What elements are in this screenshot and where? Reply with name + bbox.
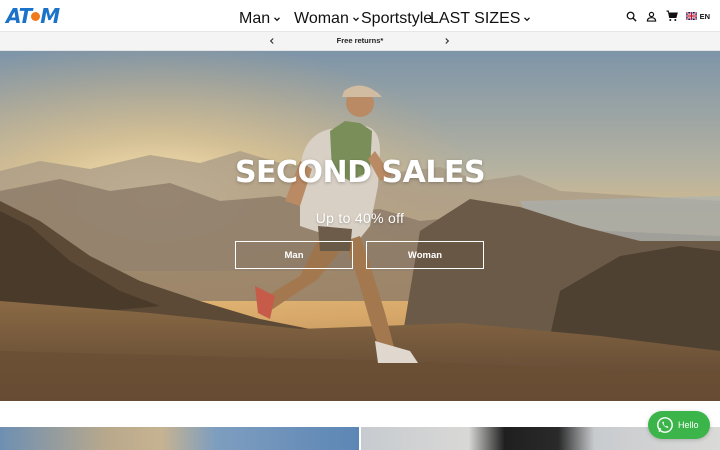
search-icon[interactable]: [626, 10, 638, 22]
chevron-down-icon: [274, 17, 281, 22]
nav-item-man[interactable]: Man: [239, 10, 281, 28]
nav-label-sportstyle: Sportstyle: [361, 10, 433, 27]
hero-background-image: [0, 51, 720, 401]
nav-item-woman[interactable]: Woman: [294, 10, 360, 28]
whatsapp-icon: [657, 417, 673, 433]
hero-banner: SECOND SALES Up to 40% off Man Woman: [0, 51, 720, 401]
nav-label-man: Man: [239, 10, 271, 27]
logo-text: AT M: [6, 4, 60, 28]
nav-label-last-sizes: LAST SIZES: [430, 10, 521, 27]
uk-flag-icon: [685, 12, 697, 20]
hero-subtitle: Up to 40% off: [315, 210, 405, 226]
atom-logo[interactable]: AT M: [6, 4, 60, 28]
promo-bar: Free returns*: [0, 32, 720, 51]
account-icon[interactable]: [646, 10, 658, 22]
category-tile-left[interactable]: [0, 427, 359, 450]
nav-item-last-sizes[interactable]: LAST SIZES: [430, 10, 531, 28]
language-selector[interactable]: EN: [685, 11, 710, 21]
nav-item-sportstyle[interactable]: Sportstyle: [361, 10, 432, 28]
shop-woman-button[interactable]: Woman: [366, 241, 484, 269]
header-actions: EN: [626, 8, 710, 24]
site-header: AT M Man Woman Sportstyle LAST SIZES EN: [0, 0, 720, 32]
chevron-down-icon: [524, 17, 531, 22]
chevron-down-icon: [352, 17, 359, 22]
whatsapp-chat-button[interactable]: Hello: [648, 411, 710, 439]
language-code: EN: [699, 11, 710, 21]
hero-title: SECOND SALES: [234, 155, 486, 190]
promo-next-button[interactable]: [442, 36, 452, 46]
shop-man-button[interactable]: Man: [235, 241, 353, 269]
chevron-right-icon: [445, 38, 450, 44]
logo-dot: [31, 12, 41, 21]
nav-label-woman: Woman: [294, 10, 349, 27]
cart-icon[interactable]: [666, 10, 678, 22]
promo-text: Free returns*: [336, 36, 384, 45]
chat-label: Hello: [678, 420, 699, 430]
